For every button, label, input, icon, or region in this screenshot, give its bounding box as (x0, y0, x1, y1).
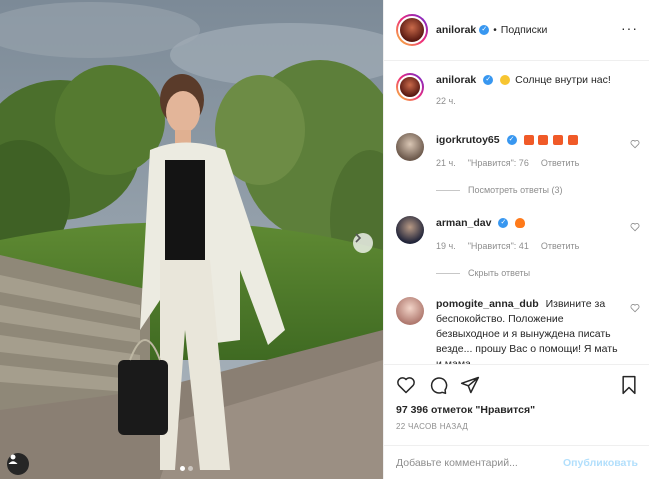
comment-time[interactable]: 21 ч. (436, 156, 456, 171)
post-photo-illustration (0, 0, 383, 479)
post-header: anilorak ✓ • Подписки ··· (384, 0, 649, 61)
following-button[interactable]: Подписки (501, 24, 548, 36)
comment-username[interactable]: igorkrutoy65 (436, 134, 500, 146)
caption-text: Солнце внутри нас! (515, 74, 611, 86)
separator-dot: • (493, 24, 497, 36)
hide-replies-label: Скрыть ответы (468, 268, 531, 278)
view-replies-button[interactable]: Посмотреть ответы (3) (436, 185, 563, 195)
caption-time[interactable]: 22 ч. (436, 94, 456, 109)
reply-button[interactable]: Ответить (541, 156, 579, 171)
collision-emoji-icon (523, 135, 534, 146)
commenter-avatar[interactable] (396, 133, 424, 161)
comment-bubble-icon[interactable] (428, 375, 448, 395)
hide-replies-button[interactable]: Скрыть ответы (436, 268, 530, 278)
caption-username[interactable]: anilorak (436, 74, 476, 86)
carousel-dot (188, 466, 193, 471)
add-comment-input[interactable] (396, 457, 564, 469)
publish-comment-button[interactable]: Опубликовать (563, 457, 638, 469)
commenter-avatar[interactable] (396, 297, 424, 325)
comment-item: arman_dav ✓ 19 ч. "Нравится": 41 Ответить (396, 216, 640, 254)
comment-likes-count[interactable]: "Нравится": 76 (468, 156, 529, 171)
replies-divider (436, 272, 460, 274)
likes-count-suffix: "Нравится" (475, 404, 536, 416)
bookmark-save-icon[interactable] (620, 375, 638, 395)
author-avatar-small[interactable] (396, 73, 424, 101)
replies-divider (436, 189, 460, 191)
comment-username[interactable]: arman_dav (436, 217, 491, 229)
reply-button[interactable]: Ответить (541, 239, 579, 254)
like-heart-icon[interactable] (396, 375, 416, 395)
like-comment-heart-icon[interactable] (630, 222, 640, 232)
chevron-right-icon (355, 233, 362, 243)
comment-emoji-row (523, 134, 581, 146)
collision-emoji-icon (538, 135, 549, 146)
post-timestamp[interactable]: 22 ЧАСОВ НАЗАД (396, 422, 468, 431)
comment-time[interactable]: 19 ч. (436, 239, 456, 254)
commenter-avatar[interactable] (396, 216, 424, 244)
add-comment-row: Опубликовать (384, 445, 649, 479)
verified-badge-icon: ✓ (498, 218, 509, 229)
verified-badge-icon: ✓ (506, 135, 517, 146)
more-options-icon[interactable]: ··· (621, 21, 638, 35)
post-caption: anilorak ✓ Солнце внутри нас! 22 ч. (396, 73, 640, 109)
fire-emoji-icon (515, 218, 526, 229)
comment-likes-count[interactable]: "Нравится": 41 (468, 239, 529, 254)
collision-emoji-icon (568, 135, 579, 146)
like-comment-heart-icon[interactable] (630, 303, 640, 313)
author-username[interactable]: anilorak (436, 24, 476, 36)
comments-list: anilorak ✓ Солнце внутри нас! 22 ч. igork… (384, 61, 649, 364)
post-side-panel: anilorak ✓ • Подписки ··· anilorak ✓ Солн… (383, 0, 649, 479)
likes-count-number: 97 396 отметок (396, 404, 473, 416)
view-replies-label: Посмотреть ответы (3) (468, 185, 563, 195)
comment-item: pomogite_anna_dub Извините за беспокойст… (396, 297, 640, 364)
next-photo-button[interactable] (353, 233, 373, 253)
user-tag-icon (8, 454, 18, 464)
comment-item: igorkrutoy65 ✓ 21 ч. "Нравится": 76 Ответ… (396, 133, 640, 171)
post-photo[interactable] (0, 0, 383, 479)
verified-badge-icon: ✓ (479, 25, 490, 35)
sun-emoji-icon (500, 75, 511, 86)
tagged-users-button[interactable] (7, 453, 29, 475)
verified-badge-icon: ✓ (483, 75, 494, 86)
post-actions: 97 396 отметок "Нравится" 22 ЧАСОВ НАЗАД… (384, 364, 649, 479)
author-avatar[interactable] (396, 14, 428, 46)
collision-emoji-icon (553, 135, 564, 146)
like-comment-heart-icon[interactable] (630, 139, 640, 149)
share-paper-plane-icon[interactable] (460, 375, 480, 395)
comment-username[interactable]: pomogite_anna_dub (436, 298, 539, 310)
likes-count[interactable]: 97 396 отметок "Нравится" (396, 404, 535, 416)
carousel-dot-active (180, 466, 185, 471)
